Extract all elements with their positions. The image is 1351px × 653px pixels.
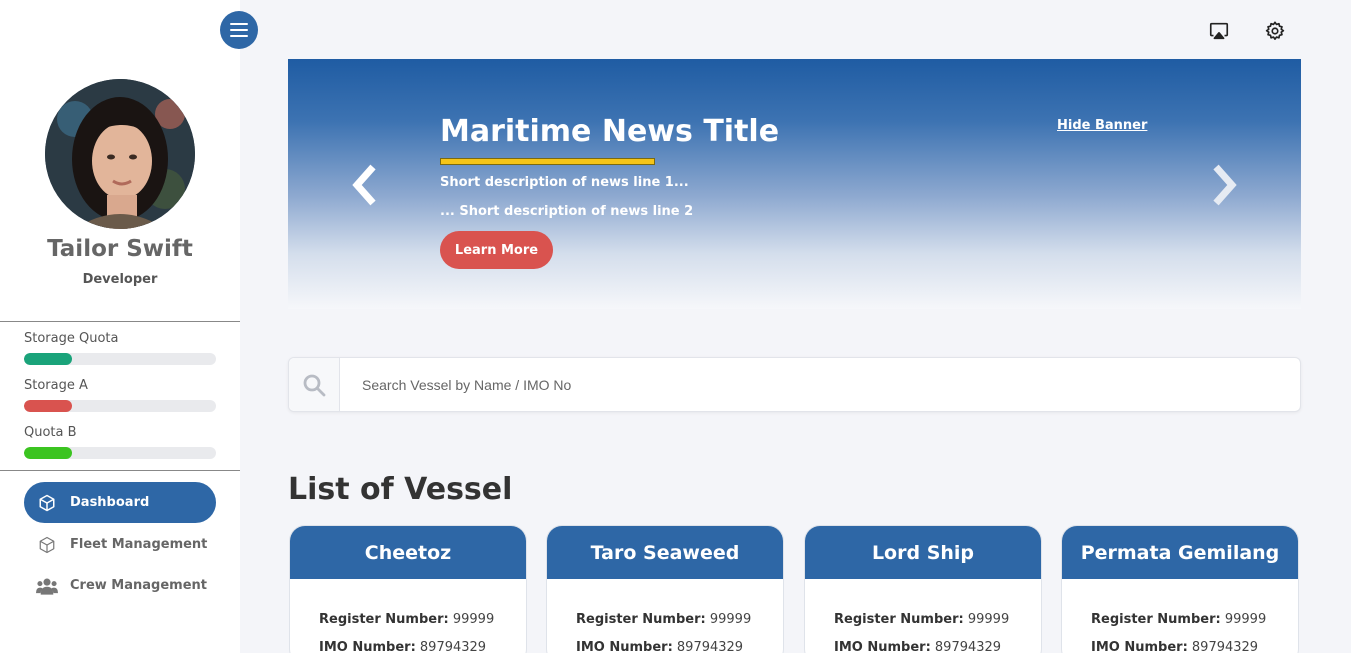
imo-value: 89794329: [419, 640, 487, 653]
gear-icon[interactable]: [1263, 19, 1287, 43]
menu-toggle-button[interactable]: [220, 11, 258, 49]
register-number: Register Number: 99999: [576, 612, 751, 627]
search-icon[interactable]: [289, 358, 340, 411]
chevron-right-icon: [1213, 164, 1237, 206]
user-role: Developer: [82, 272, 158, 287]
vessel-search: [288, 357, 1301, 412]
register-value: 99999: [452, 612, 495, 627]
quota-bar: [24, 353, 216, 365]
sidebar: Tailor Swift Developer Storage Quota Sto…: [0, 0, 240, 653]
imo-value: 89794329: [1191, 640, 1259, 653]
vessel-name: Cheetoz: [290, 526, 526, 579]
cube-icon: [24, 536, 70, 554]
avatar[interactable]: [45, 79, 195, 229]
next-slide-button[interactable]: [1205, 163, 1245, 207]
prev-slide-button[interactable]: [344, 163, 384, 207]
title-underline: [440, 158, 655, 165]
nav-label: Fleet Management: [70, 537, 208, 552]
imo-number: IMO Number: 89794329: [319, 640, 486, 653]
quota-bar: [24, 400, 216, 412]
vessel-name: Taro Seaweed: [547, 526, 783, 579]
vessel-card[interactable]: Permata Gemilang Register Number: 99999 …: [1061, 525, 1299, 653]
imo-value: 89794329: [934, 640, 1002, 653]
cast-icon[interactable]: [1207, 19, 1231, 43]
hamburger-icon: [230, 23, 248, 37]
vessel-name: Permata Gemilang: [1062, 526, 1298, 579]
register-value: 99999: [1224, 612, 1267, 627]
banner-line-2: ... Short description of news line 2: [440, 204, 694, 219]
sidebar-divider: [0, 470, 240, 471]
search-input[interactable]: [340, 358, 1300, 411]
nav-label: Crew Management: [70, 578, 207, 593]
imo-value: 89794329: [676, 640, 744, 653]
register-number: Register Number: 99999: [834, 612, 1009, 627]
quota-label: Storage Quota: [24, 331, 119, 346]
quota-bar: [24, 447, 216, 459]
sidebar-divider: [0, 321, 240, 322]
register-label: Register Number:: [319, 612, 449, 627]
user-name: Tailor Swift: [47, 236, 193, 262]
imo-number: IMO Number: 89794329: [834, 640, 1001, 653]
nav-item-crew-management[interactable]: Crew Management: [24, 565, 216, 606]
imo-label: IMO Number:: [319, 640, 416, 653]
banner-line-1: Short description of news line 1...: [440, 175, 689, 190]
register-label: Register Number:: [1091, 612, 1221, 627]
imo-number: IMO Number: 89794329: [576, 640, 743, 653]
vessel-name: Lord Ship: [805, 526, 1041, 579]
register-value: 99999: [967, 612, 1010, 627]
vessel-card[interactable]: Cheetoz Register Number: 99999 IMO Numbe…: [289, 525, 527, 653]
quota-label: Quota B: [24, 425, 77, 440]
cube-icon: [24, 494, 70, 512]
chevron-left-icon: [352, 164, 376, 206]
quota-fill: [24, 447, 72, 459]
quota-fill: [24, 353, 72, 365]
imo-label: IMO Number:: [576, 640, 673, 653]
quota-b: Quota B: [24, 425, 216, 459]
imo-number: IMO Number: 89794329: [1091, 640, 1258, 653]
quota-label: Storage A: [24, 378, 88, 393]
nav-item-fleet-management[interactable]: Fleet Management: [24, 524, 216, 565]
register-label: Register Number:: [576, 612, 706, 627]
vessel-card[interactable]: Taro Seaweed Register Number: 99999 IMO …: [546, 525, 784, 653]
learn-more-button[interactable]: Learn More: [440, 231, 553, 269]
list-title: List of Vessel: [288, 472, 513, 507]
nav-item-dashboard[interactable]: Dashboard: [24, 482, 216, 523]
quota-fill: [24, 400, 72, 412]
users-icon: [24, 577, 70, 595]
quota-storage-a: Storage A: [24, 378, 216, 412]
hide-banner-link[interactable]: Hide Banner: [1057, 118, 1147, 133]
register-value: 99999: [709, 612, 752, 627]
avatar-portrait-icon: [45, 79, 195, 229]
register-number: Register Number: 99999: [1091, 612, 1266, 627]
news-banner: Maritime News Title Short description of…: [288, 59, 1301, 309]
register-number: Register Number: 99999: [319, 612, 494, 627]
register-label: Register Number:: [834, 612, 964, 627]
nav-label: Dashboard: [70, 495, 150, 510]
imo-label: IMO Number:: [1091, 640, 1188, 653]
vessel-card[interactable]: Lord Ship Register Number: 99999 IMO Num…: [804, 525, 1042, 653]
banner-title: Maritime News Title: [440, 114, 780, 149]
quota-storage: Storage Quota: [24, 331, 216, 365]
imo-label: IMO Number:: [834, 640, 931, 653]
